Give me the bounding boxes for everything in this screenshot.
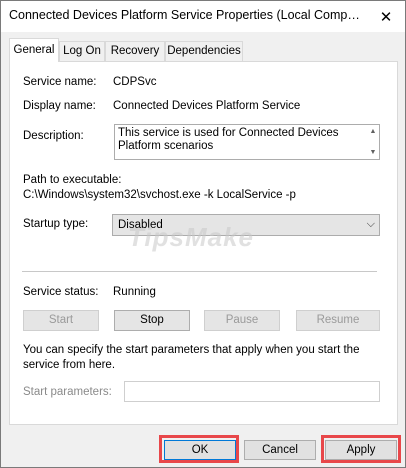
cancel-button[interactable]: Cancel (244, 440, 316, 460)
apply-button[interactable]: Apply (325, 440, 397, 460)
tab-recovery[interactable]: Recovery (105, 41, 165, 61)
title-bar: Connected Devices Platform Service Prope… (1, 1, 405, 32)
service-name-label: Service name: (23, 76, 97, 88)
path-label: Path to executable: (23, 174, 122, 186)
separator (22, 271, 377, 272)
display-name-value: Connected Devices Platform Service (113, 100, 301, 112)
description-text: This service is used for Connected Devic… (118, 127, 339, 152)
resume-button[interactable]: Resume (296, 310, 380, 331)
startup-type-label: Startup type: (23, 218, 89, 230)
stop-button[interactable]: Stop (114, 310, 190, 331)
tab-log-on[interactable]: Log On (59, 41, 105, 61)
chevron-down-icon: ⌵ (366, 218, 375, 230)
service-status-label: Service status: (23, 286, 99, 298)
tab-general[interactable]: General (9, 38, 59, 62)
properties-dialog: Connected Devices Platform Service Prope… (0, 0, 406, 468)
display-name-label: Display name: (23, 100, 96, 112)
path-value: C:\Windows\system32\svchost.exe -k Local… (23, 189, 296, 201)
service-name-value: CDPSvc (113, 76, 157, 88)
start-params-label: Start parameters: (23, 386, 112, 398)
service-status-value: Running (113, 286, 156, 298)
start-button[interactable]: Start (23, 310, 99, 331)
window-title: Connected Devices Platform Service Prope… (9, 8, 360, 22)
description-label: Description: (23, 130, 84, 142)
pause-button[interactable]: Pause (204, 310, 280, 331)
startup-type-select[interactable]: Disabled ⌵ (112, 214, 380, 236)
close-icon[interactable]: ✕ (367, 1, 405, 32)
ok-button[interactable]: OK (164, 440, 236, 460)
start-params-input[interactable] (124, 381, 380, 402)
start-params-note: You can specify the start parameters tha… (23, 344, 360, 371)
scroll-down-icon[interactable]: ▼ (370, 146, 377, 159)
description-field[interactable]: This service is used for Connected Devic… (114, 124, 380, 160)
description-scrollbar[interactable]: ▲ ▼ (367, 125, 379, 159)
startup-type-value: Disabled (118, 219, 163, 231)
scroll-up-icon[interactable]: ▲ (370, 125, 377, 138)
general-panel: Service name: CDPSvc Display name: Conne… (9, 61, 398, 425)
tab-dependencies[interactable]: Dependencies (165, 41, 243, 61)
